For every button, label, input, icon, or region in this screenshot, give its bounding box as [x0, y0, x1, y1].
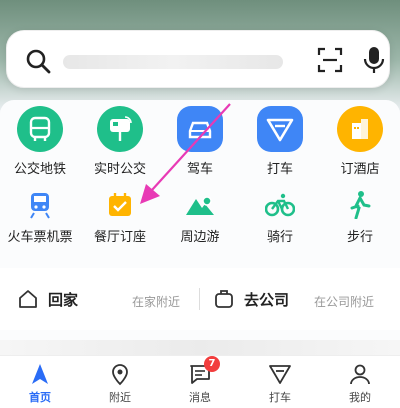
service-label: 订酒店	[340, 162, 380, 177]
service-label: 骑行	[266, 230, 293, 245]
train-icon	[25, 190, 55, 220]
bicycle-icon	[265, 190, 295, 220]
service-label: 驾车	[186, 162, 213, 177]
bus-stop-icon	[97, 106, 143, 152]
tab-label: 我的	[349, 391, 371, 404]
service-label: 火车票机票	[7, 230, 73, 245]
hotel-icon	[337, 106, 383, 152]
service-taxi[interactable]: 打车	[240, 106, 320, 177]
message-badge: 7	[204, 356, 220, 372]
secondary-services: 火车票机票 餐厅订座 周边游 骑行 步行	[0, 190, 400, 250]
service-restaurant-booking[interactable]: 餐厅订座	[80, 190, 160, 245]
service-train-flight[interactable]: 火车票机票	[0, 190, 80, 245]
tab-label: 消息	[189, 391, 211, 404]
divider	[199, 288, 200, 310]
service-label: 周边游	[180, 230, 220, 245]
quick-destination-card: 回家 在家附近 去公司 在公司附近	[0, 268, 400, 330]
work-subtitle: 在公司附近	[314, 295, 375, 309]
primary-services: 公交地铁 实时公交 驾车 打车 订酒店	[0, 106, 400, 186]
scan-icon[interactable]	[317, 47, 343, 73]
service-hotel[interactable]: 订酒店	[320, 106, 400, 177]
home-title: 回家	[48, 290, 79, 309]
go-work-button[interactable]: 去公司	[214, 268, 289, 330]
search-icon[interactable]	[25, 48, 51, 74]
tab-label: 附近	[109, 391, 131, 404]
service-nearby-tour[interactable]: 周边游	[160, 190, 240, 245]
bus-icon	[17, 106, 63, 152]
service-bus-subway[interactable]: 公交地铁	[0, 106, 80, 177]
service-label: 步行	[346, 230, 373, 245]
walking-icon	[345, 190, 375, 220]
service-label: 实时公交	[93, 162, 146, 177]
service-walking[interactable]: 步行	[320, 190, 400, 245]
mountain-location-icon	[185, 190, 215, 220]
service-label: 打车	[266, 162, 293, 177]
car-icon	[177, 106, 223, 152]
user-icon	[348, 362, 372, 386]
home-arrow-icon	[28, 362, 52, 386]
work-title: 去公司	[244, 290, 290, 309]
service-realtime-bus[interactable]: 实时公交	[80, 106, 160, 177]
home-subtitle: 在家附近	[132, 295, 181, 309]
taxi-icon	[268, 362, 292, 386]
tab-label: 首页	[29, 391, 51, 404]
location-pin-icon	[108, 362, 132, 386]
home-icon	[19, 290, 37, 308]
tab-label: 打车	[269, 391, 291, 404]
message-icon: 7	[188, 356, 220, 386]
tab-nearby[interactable]: 附近	[80, 362, 160, 405]
taxi-logo-icon	[257, 106, 303, 152]
service-cycling[interactable]: 骑行	[240, 190, 320, 245]
tab-taxi[interactable]: 打车	[240, 362, 320, 405]
briefcase-icon	[215, 290, 233, 308]
search-input[interactable]	[63, 55, 283, 69]
go-home-button[interactable]: 回家	[18, 268, 78, 330]
tab-messages[interactable]: 7 消息	[160, 356, 240, 405]
restaurant-calendar-icon	[105, 190, 135, 220]
service-label: 餐厅订座	[93, 230, 146, 245]
microphone-icon[interactable]	[361, 45, 387, 75]
tab-profile[interactable]: 我的	[320, 362, 400, 405]
service-label: 公交地铁	[13, 162, 66, 177]
bottom-tab-bar: 首页 附近 7 消息 打车 我的	[0, 355, 400, 408]
search-bar[interactable]	[6, 30, 390, 88]
tab-home[interactable]: 首页	[0, 362, 80, 405]
service-driving[interactable]: 驾车	[160, 106, 240, 177]
